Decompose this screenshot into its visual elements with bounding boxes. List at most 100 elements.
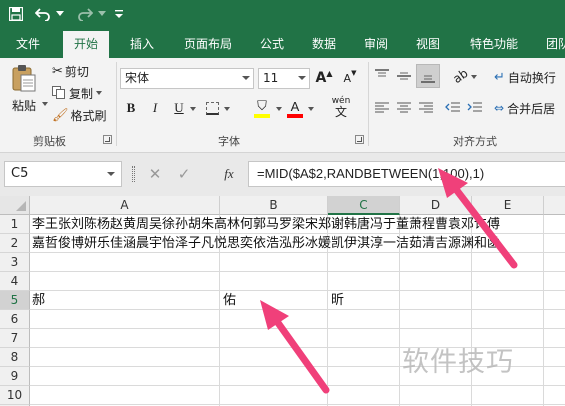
align-left-button[interactable] <box>372 98 392 118</box>
align-center-button[interactable] <box>394 98 414 118</box>
ribbon-panel: 粘贴 ✂ 剪切 复制 🖌 格式刷 剪贴板 宋体 11 A▲ A▼ B I U <box>0 58 565 153</box>
alignment-group-label: 对齐方式 <box>453 135 497 148</box>
gridline <box>543 215 544 406</box>
column-header-b[interactable]: B <box>220 196 328 215</box>
tab-team[interactable]: 团队 <box>538 31 565 58</box>
undo-icon[interactable] <box>33 4 53 24</box>
tab-special-features[interactable]: 特色功能 <box>462 31 526 58</box>
cell-a2[interactable]: 嘉哲俊博妍乐佳涵晨宇怡泽子凡悦思奕依浩泓彤冰媛凯伊淇淳一洁茹清吉源渊和函 <box>30 234 500 253</box>
fill-color-button[interactable]: ⛉ <box>252 96 272 120</box>
name-box[interactable]: C5 <box>4 161 122 187</box>
grow-font-button[interactable]: A ▲ <box>314 68 334 88</box>
align-top-button[interactable] <box>372 66 392 86</box>
font-color-button[interactable]: A <box>285 96 305 120</box>
select-all-corner[interactable] <box>0 196 30 215</box>
font-color-swatch <box>287 113 303 118</box>
confirm-formula-button[interactable]: ✓ <box>175 165 193 183</box>
tab-page-layout[interactable]: 页面布局 <box>176 31 240 58</box>
gridline <box>30 290 565 291</box>
save-icon[interactable] <box>7 4 25 24</box>
cancel-formula-button[interactable]: ✕ <box>146 165 164 183</box>
row-header-1[interactable]: 1 <box>0 215 30 234</box>
redo-dropdown-icon[interactable] <box>97 4 107 24</box>
formula-bar-grip-icon[interactable] <box>132 166 135 182</box>
borders-button[interactable] <box>202 98 222 118</box>
cell-b5[interactable]: 佑 <box>221 291 236 310</box>
watermark-text: 软件技巧 <box>402 347 514 378</box>
row-header-2[interactable]: 2 <box>0 234 30 253</box>
paste-button[interactable]: 粘贴 <box>7 62 48 114</box>
tab-insert[interactable]: 插入 <box>122 31 162 58</box>
row-header-9[interactable]: 9 <box>0 367 30 386</box>
align-bottom-button[interactable] <box>416 64 440 88</box>
align-bottom-icon <box>421 75 435 83</box>
underline-button[interactable]: U <box>169 98 189 118</box>
row-header-8[interactable]: 8 <box>0 348 30 367</box>
wrap-text-button[interactable]: ↵ 自动换行 <box>494 67 556 87</box>
undo-dropdown-icon[interactable] <box>55 4 65 24</box>
row-header-3[interactable]: 3 <box>0 253 30 272</box>
row-header-6[interactable]: 6 <box>0 310 30 329</box>
tab-view[interactable]: 视图 <box>408 31 448 58</box>
bold-button[interactable]: B <box>121 98 141 118</box>
chevron-down-icon[interactable] <box>276 107 282 111</box>
text-angle-icon: ab <box>449 65 471 87</box>
fill-color-swatch <box>254 113 270 118</box>
increase-indent-button[interactable] <box>465 98 485 118</box>
row-header-4[interactable]: 4 <box>0 272 30 291</box>
column-header-f[interactable] <box>544 196 565 215</box>
column-header-e[interactable]: E <box>472 196 544 215</box>
chevron-down-icon[interactable] <box>471 75 477 79</box>
phonetic-guide-button[interactable]: wén 文 <box>328 96 354 120</box>
cut-button[interactable]: ✂ 剪切 <box>52 61 89 81</box>
scissors-icon: ✂ <box>52 63 63 79</box>
chevron-down-icon[interactable] <box>190 107 196 111</box>
redo-icon[interactable] <box>75 4 95 24</box>
copy-button[interactable]: 复制 <box>52 83 103 103</box>
tab-review[interactable]: 审阅 <box>356 31 396 58</box>
chevron-down-icon[interactable] <box>308 107 314 111</box>
font-size-select[interactable]: 11 <box>258 68 310 89</box>
column-header-a[interactable]: A <box>30 196 220 215</box>
ribbon-tab-bar: 文件 开始 插入 页面布局 公式 数据 审阅 视图 特色功能 团队 <box>0 28 565 58</box>
column-header-d[interactable]: D <box>400 196 472 215</box>
chevron-down-icon[interactable] <box>224 107 230 111</box>
gridline <box>30 309 565 310</box>
decrease-indent-button[interactable] <box>443 98 463 118</box>
customize-qat-icon[interactable] <box>112 4 126 24</box>
name-box-value: C5 <box>11 166 29 181</box>
formula-input[interactable]: =MID($A$2,RANDBETWEEN(1,100),1) <box>248 161 565 187</box>
copy-label: 复制 <box>69 86 94 101</box>
border-icon <box>205 101 219 115</box>
shrink-font-button[interactable]: A ▼ <box>340 68 360 88</box>
cell-c5[interactable]: 昕 <box>329 291 344 310</box>
increase-indent-icon <box>467 102 482 112</box>
cell-a5[interactable]: 郝 <box>30 291 45 310</box>
align-right-button[interactable] <box>416 98 436 118</box>
clipboard-dialog-launcher-icon[interactable] <box>103 135 112 144</box>
tab-home[interactable]: 开始 <box>63 31 109 58</box>
wrap-text-label: 自动换行 <box>507 70 556 85</box>
align-right-icon <box>419 102 433 113</box>
italic-button[interactable]: I <box>145 98 165 118</box>
column-header-c[interactable]: C <box>328 196 400 215</box>
row-header-7[interactable]: 7 <box>0 329 30 348</box>
tab-data[interactable]: 数据 <box>304 31 344 58</box>
cell-a1[interactable]: 李王张刘陈杨赵黄周吴徐孙胡朱高林何郭马罗梁宋郑谢韩唐冯于董萧程曹袁邓许傅 <box>30 215 500 234</box>
orientation-button[interactable]: ab <box>450 66 470 86</box>
quick-access-toolbar <box>0 0 565 28</box>
font-color-letter: A <box>290 98 300 114</box>
format-painter-button[interactable]: 🖌 格式刷 <box>52 105 107 125</box>
align-top-icon <box>375 69 389 77</box>
tab-file[interactable]: 文件 <box>8 31 48 58</box>
row-header-10[interactable]: 10 <box>0 386 30 405</box>
tab-formulas[interactable]: 公式 <box>252 31 292 58</box>
align-middle-button[interactable] <box>394 66 414 86</box>
font-dialog-launcher-icon[interactable] <box>355 135 364 144</box>
shrink-font-label: A <box>343 71 352 85</box>
insert-function-button[interactable]: fx <box>219 165 239 183</box>
merge-center-label: 合并后居 <box>507 101 556 116</box>
row-header-5[interactable]: 5 <box>0 291 30 310</box>
font-name-select[interactable]: 宋体 <box>120 68 254 89</box>
merge-center-button[interactable]: ⇔ 合并后居 <box>494 98 555 118</box>
